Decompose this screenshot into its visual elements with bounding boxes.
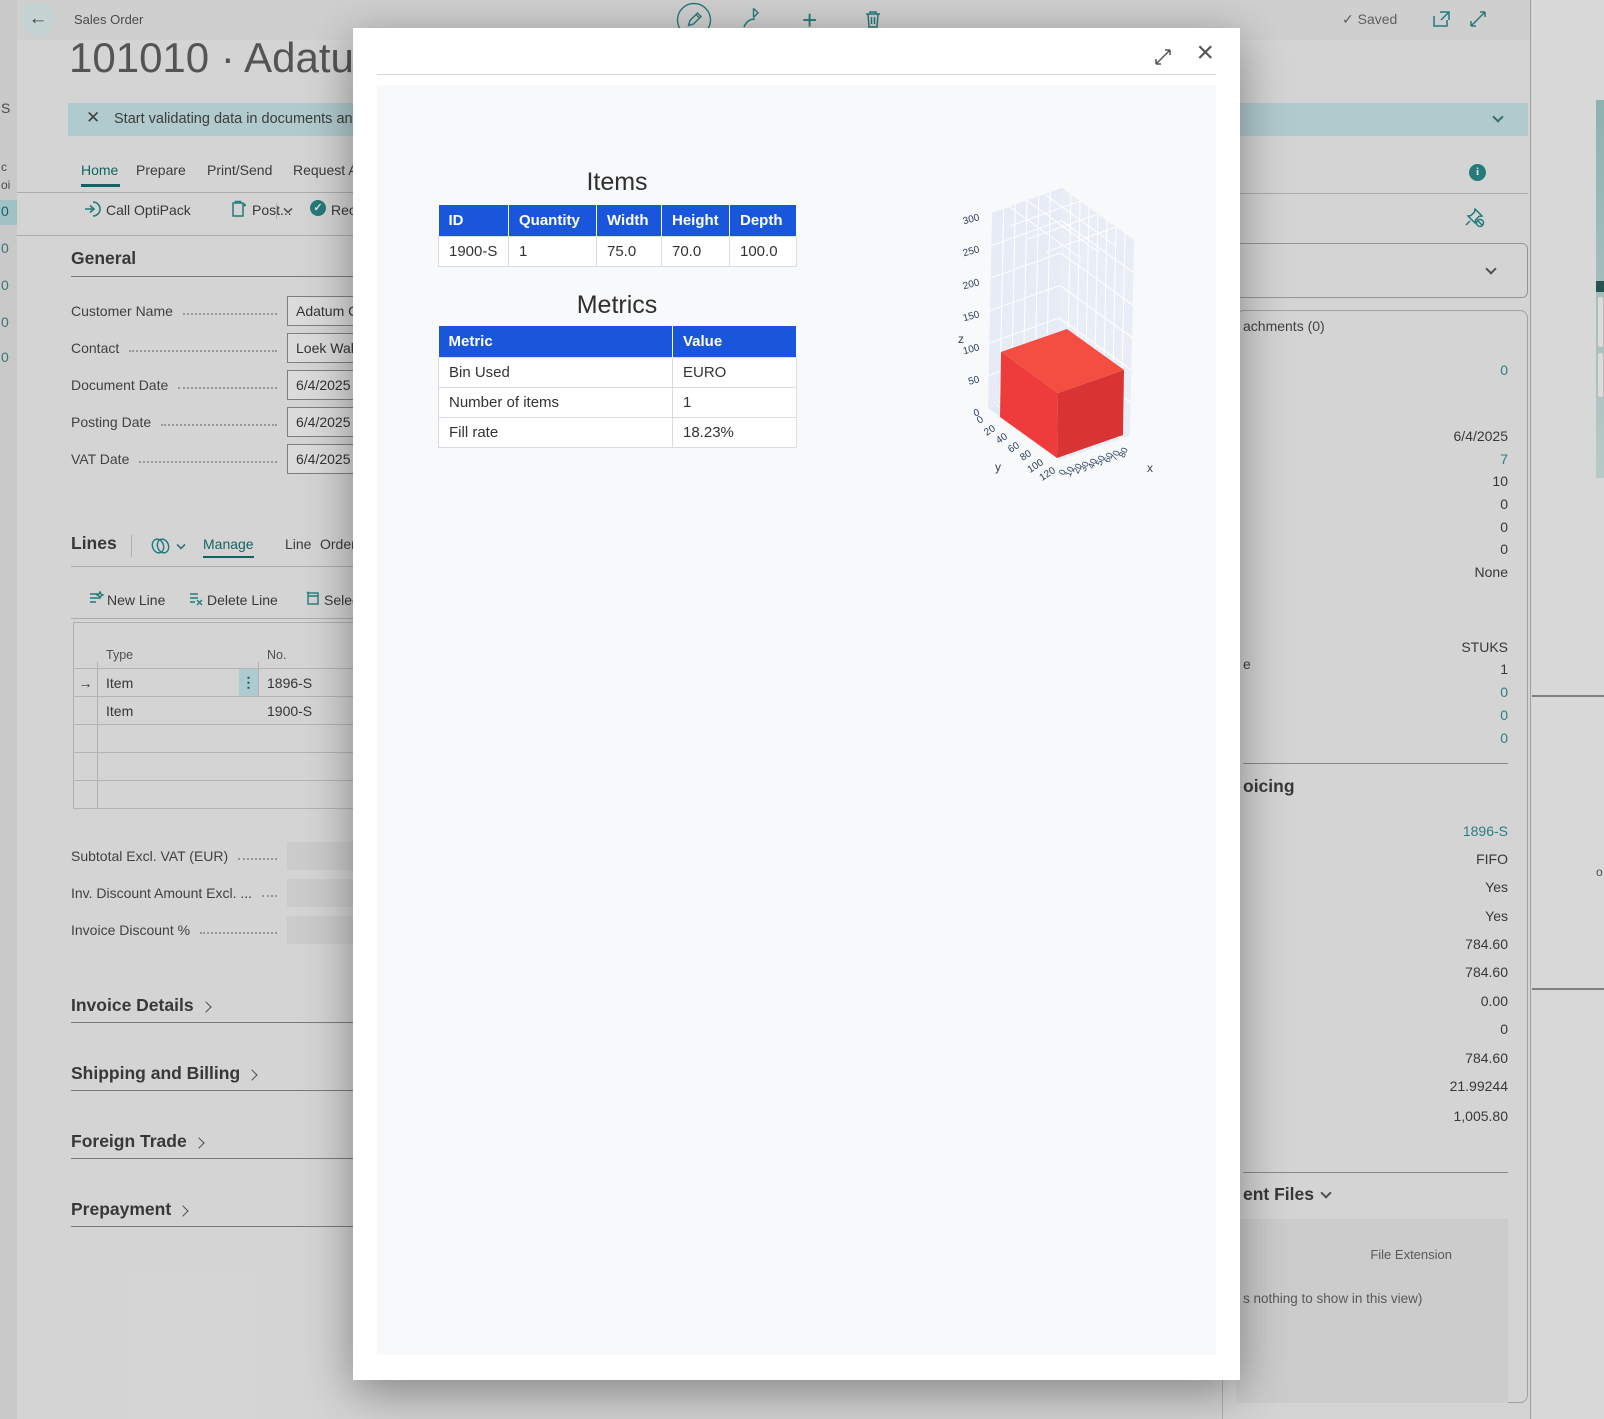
col-value: Value (673, 326, 797, 358)
col-height: Height (662, 205, 730, 237)
dialog-content: Items ID Quantity Width Height Depth 190… (377, 85, 1216, 1355)
z-tick: 200 (962, 277, 981, 292)
metrics-table-row: Fill rate 18.23% (439, 418, 797, 448)
optipack-result-dialog: × Items ID Quantity Width Height Depth 1… (353, 28, 1240, 1380)
items-table-row: 1900-S 1 75.0 70.0 100.0 (439, 237, 797, 267)
cell-value: 18.23% (673, 418, 797, 448)
metrics-table: Metric Value Bin Used EURO Number of ite… (438, 326, 797, 448)
items-table: ID Quantity Width Height Depth 1900-S 1 … (438, 205, 797, 267)
y-tick: 0 (975, 414, 986, 426)
cell-metric: Bin Used (439, 358, 673, 388)
y-axis-label: y (995, 460, 1001, 474)
cell-depth: 100.0 (730, 237, 797, 267)
screen: S c oi 0 0 0 0 0 ← Sales Order + ✓ Saved (0, 0, 1604, 1419)
y-tick: 80 (1018, 448, 1034, 464)
items-table-title: Items (438, 168, 796, 197)
x-axis-label: x (1147, 461, 1153, 475)
z-tick: 300 (962, 212, 981, 227)
metrics-table-title: Metrics (438, 291, 796, 320)
cell-quantity: 1 (509, 237, 597, 267)
z-tick: 50 (967, 374, 981, 388)
x-tick: 80 (1117, 446, 1130, 459)
col-width: Width (597, 205, 662, 237)
cell-metric: Fill rate (439, 418, 673, 448)
cell-value: 1 (673, 388, 797, 418)
metrics-table-header-row: Metric Value (439, 326, 797, 358)
col-metric: Metric (439, 326, 673, 358)
bin-packing-3d-plot: 300 250 200 150 100 50 0 0 20 40 60 80 1… (940, 175, 1200, 485)
cell-value: EURO (673, 358, 797, 388)
items-table-header-row: ID Quantity Width Height Depth (439, 205, 797, 237)
z-tick: 250 (962, 244, 981, 259)
cell-height: 70.0 (662, 237, 730, 267)
dialog-close-icon[interactable]: × (1196, 38, 1214, 68)
metrics-table-row: Number of items 1 (439, 388, 797, 418)
col-quantity: Quantity (509, 205, 597, 237)
col-id: ID (439, 205, 509, 237)
cell-id: 1900-S (439, 237, 509, 267)
dialog-header-divider (377, 74, 1216, 75)
z-axis-label: z (958, 332, 964, 346)
z-tick: 150 (962, 309, 981, 324)
metrics-table-row: Bin Used EURO (439, 358, 797, 388)
col-depth: Depth (730, 205, 797, 237)
cell-width: 75.0 (597, 237, 662, 267)
y-tick: 40 (994, 431, 1010, 447)
cell-metric: Number of items (439, 388, 673, 418)
z-tick: 100 (962, 342, 981, 357)
dialog-expand-icon[interactable] (1152, 46, 1174, 68)
